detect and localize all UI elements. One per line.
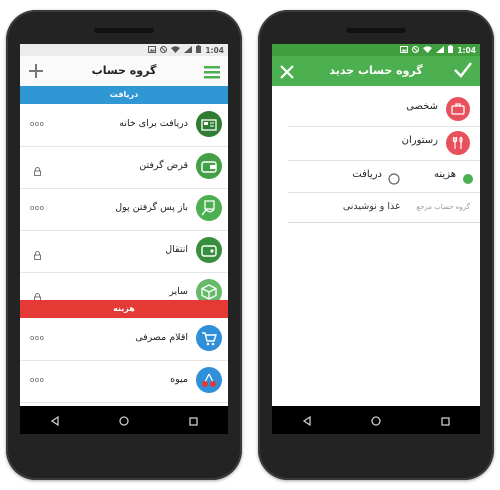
battery-icon bbox=[196, 45, 202, 55]
building-icon bbox=[196, 111, 222, 137]
list-item-label: میوه bbox=[170, 374, 188, 385]
phone-left: 1:04 گروه حساب دریافت دریافت برای خانه o… bbox=[6, 10, 242, 480]
speaker-grille bbox=[346, 28, 406, 33]
recents-nav-icon[interactable] bbox=[441, 411, 450, 430]
list-item-label: قرض گرفتن bbox=[139, 160, 188, 171]
android-nav-bar bbox=[272, 406, 480, 434]
list-item[interactable]: اقلام مصرفی ooo bbox=[20, 318, 228, 361]
mute-icon bbox=[412, 45, 420, 55]
back-nav-icon[interactable] bbox=[302, 411, 312, 430]
back-nav-icon[interactable] bbox=[50, 411, 60, 430]
group-type-row: هزینه دریافت bbox=[288, 160, 480, 193]
app-bar: گروه حساب bbox=[20, 56, 228, 86]
list-item[interactable]: میوه ooo bbox=[20, 360, 228, 403]
transfer-wallet-icon bbox=[196, 237, 222, 263]
lock-icon bbox=[34, 245, 41, 264]
image-notification-icon bbox=[148, 45, 157, 55]
list-item[interactable]: باز پس گرفتن پول ooo bbox=[20, 188, 228, 231]
confirm-check-icon[interactable] bbox=[454, 62, 472, 82]
image-notification-icon bbox=[400, 45, 409, 55]
wifi-icon bbox=[171, 45, 181, 55]
page-title: گروه حساب جدید bbox=[329, 64, 423, 77]
speaker-grille bbox=[94, 28, 154, 33]
more-options-icon[interactable]: ooo bbox=[30, 204, 44, 212]
list-item-label: باز پس گرفتن پول bbox=[115, 202, 188, 213]
mute-icon bbox=[160, 45, 168, 55]
status-time: 1:04 bbox=[205, 45, 224, 55]
phone-right: 1:04 گروه حساب جدید شخصی رستوران هزینه د… bbox=[258, 10, 494, 480]
close-icon[interactable] bbox=[280, 64, 294, 83]
hamburger-menu-icon[interactable] bbox=[204, 64, 220, 83]
cart-icon bbox=[196, 325, 222, 351]
type-expense-label[interactable]: هزینه bbox=[434, 169, 456, 180]
status-bar: 1:04 bbox=[20, 44, 228, 56]
parent-account-label: گروه حساب مرجع bbox=[416, 203, 470, 211]
home-nav-icon[interactable] bbox=[371, 411, 382, 430]
signal-icon bbox=[184, 45, 193, 55]
wifi-icon bbox=[423, 45, 433, 55]
parent-group-row[interactable]: شخصی bbox=[288, 92, 480, 127]
parent-account-field[interactable]: گروه حساب مرجع غذا و نوشیدنی bbox=[288, 192, 480, 223]
list-item[interactable]: قرض گرفتن bbox=[20, 146, 228, 189]
add-icon[interactable] bbox=[28, 63, 44, 83]
wallet-icon bbox=[196, 153, 222, 179]
type-expense-radio[interactable] bbox=[462, 170, 474, 189]
briefcase-icon bbox=[446, 97, 470, 121]
app-bar: گروه حساب جدید bbox=[272, 56, 480, 86]
status-time: 1:04 bbox=[457, 45, 476, 55]
parent-account-value[interactable]: غذا و نوشیدنی bbox=[343, 201, 400, 212]
battery-icon bbox=[448, 45, 454, 55]
more-options-icon[interactable]: ooo bbox=[30, 120, 44, 128]
android-nav-bar bbox=[20, 406, 228, 434]
parent-group-label: شخصی bbox=[406, 101, 438, 112]
fork-knife-icon bbox=[446, 131, 470, 155]
type-income-radio[interactable] bbox=[388, 170, 400, 189]
list-item-label: انتقال bbox=[165, 244, 188, 255]
recents-nav-icon[interactable] bbox=[189, 411, 198, 430]
page-title: گروه حساب bbox=[91, 64, 157, 77]
status-bar: 1:04 bbox=[272, 44, 480, 56]
expense-section-header: هزینه bbox=[20, 300, 228, 318]
signal-icon bbox=[436, 45, 445, 55]
list-item-label: دریافت برای خانه bbox=[119, 118, 188, 129]
more-options-icon[interactable]: ooo bbox=[30, 334, 44, 342]
income-section-header: دریافت bbox=[20, 86, 228, 104]
home-nav-icon[interactable] bbox=[119, 411, 130, 430]
lock-icon bbox=[34, 161, 41, 180]
type-income-label[interactable]: دریافت bbox=[352, 169, 382, 180]
list-item-label: اقلام مصرفی bbox=[135, 332, 188, 343]
list-item-label: سایر bbox=[169, 286, 188, 297]
list-item[interactable]: انتقال bbox=[20, 230, 228, 273]
group-name-value[interactable]: رستوران bbox=[402, 135, 438, 146]
new-account-group-screen: 1:04 گروه حساب جدید شخصی رستوران هزینه د… bbox=[272, 44, 480, 434]
cherry-icon bbox=[196, 367, 222, 393]
group-name-row[interactable]: رستوران bbox=[288, 126, 480, 161]
more-options-icon[interactable]: ooo bbox=[30, 376, 44, 384]
list-item[interactable]: دریافت برای خانه ooo bbox=[20, 104, 228, 147]
money-hand-icon bbox=[196, 195, 222, 221]
account-groups-screen: 1:04 گروه حساب دریافت دریافت برای خانه o… bbox=[20, 44, 228, 434]
